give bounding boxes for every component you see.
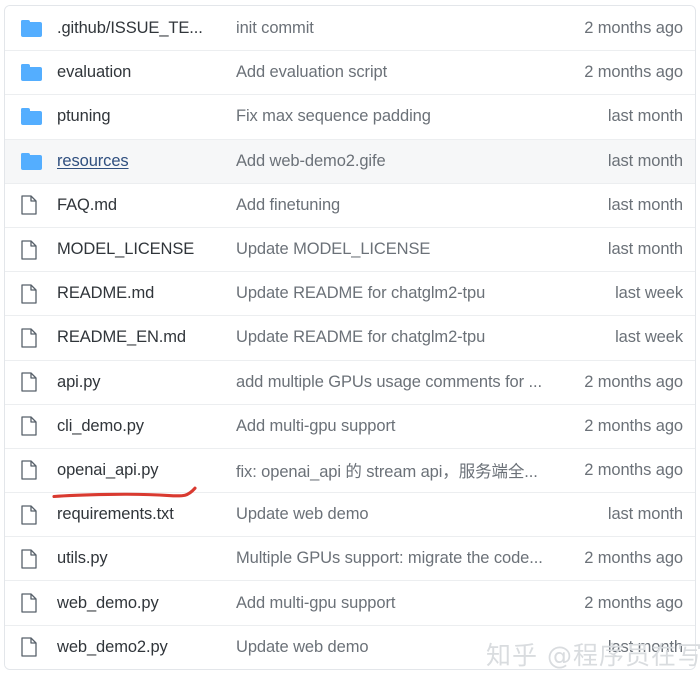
- file-icon-cell: [21, 460, 57, 481]
- commit-message[interactable]: Add multi-gpu support: [227, 417, 553, 436]
- commit-message[interactable]: Add finetuning: [227, 196, 553, 215]
- commit-time: 2 months ago: [584, 549, 683, 568]
- file-icon: [21, 637, 37, 657]
- commit-message[interactable]: fix: openai_api 的 stream api，服务端全...: [227, 458, 553, 482]
- file-icon-cell: [21, 239, 57, 260]
- file-name-link[interactable]: web_demo2.py: [57, 638, 227, 657]
- file-name-link[interactable]: requirements.txt: [57, 505, 227, 524]
- file-row[interactable]: ptuning Fix max sequence padding last mont…: [5, 94, 695, 139]
- file-icon-cell: [21, 328, 57, 348]
- file-icon-cell: [21, 505, 57, 525]
- file-name-link[interactable]: evaluation: [57, 63, 227, 82]
- file-name-link[interactable]: web_demo.py: [57, 594, 227, 613]
- commit-time: last month: [607, 151, 683, 170]
- file-name-link[interactable]: README_EN.md: [57, 328, 227, 347]
- file-icon-cell: [21, 195, 57, 215]
- folder-icon-cell: [21, 64, 57, 82]
- file-row[interactable]: .github/ISSUE_TE... init commit 2 months a…: [5, 6, 695, 51]
- commit-time: 2 months ago: [584, 416, 683, 435]
- file-row[interactable]: web_demo2.py Update web demo last month: [5, 624, 695, 669]
- file-row[interactable]: README.md Update README for chatglm2-tpu l…: [5, 271, 695, 316]
- commit-time: last month: [607, 505, 683, 524]
- commit-time: last week: [615, 284, 683, 303]
- file-name-link[interactable]: MODEL_LICENSE: [57, 240, 227, 259]
- file-name-link[interactable]: utils.py: [57, 549, 227, 568]
- commit-time: 2 months ago: [584, 18, 683, 37]
- file-icon: [21, 284, 37, 304]
- commit-message[interactable]: Update MODEL_LICENSE: [227, 240, 553, 259]
- folder-icon-cell: [21, 108, 57, 126]
- file-name-link[interactable]: openai_api.py: [57, 461, 227, 480]
- commit-message[interactable]: Add multi-gpu support: [227, 594, 553, 613]
- commit-time: 2 months ago: [584, 460, 683, 479]
- commit-message[interactable]: Multiple GPUs support: migrate the code.…: [227, 549, 553, 568]
- file-row[interactable]: web_demo.py Add multi-gpu support 2 months…: [5, 580, 695, 625]
- file-name-link[interactable]: cli_demo.py: [57, 417, 227, 436]
- commit-time: last week: [615, 328, 683, 347]
- file-name-link[interactable]: resources: [57, 152, 227, 171]
- commit-time: 2 months ago: [584, 593, 683, 612]
- file-icon: [21, 593, 37, 613]
- file-icon-cell: [21, 637, 57, 657]
- file-icon-cell: [21, 593, 57, 613]
- commit-message[interactable]: Update README for chatglm2-tpu: [227, 284, 553, 303]
- commit-message[interactable]: Add web-demo2.gife: [227, 152, 553, 171]
- folder-icon: [21, 108, 42, 126]
- commit-message[interactable]: add multiple GPUs usage comments for ...: [227, 373, 553, 392]
- commit-time: 2 months ago: [584, 63, 683, 82]
- commit-time: last month: [607, 107, 683, 126]
- file-icon: [21, 328, 37, 348]
- file-name-link[interactable]: FAQ.md: [57, 196, 227, 215]
- commit-time: last month: [607, 637, 683, 656]
- folder-icon-cell: [21, 19, 57, 37]
- commit-message[interactable]: Update web demo: [227, 638, 553, 657]
- commit-message[interactable]: Update README for chatglm2-tpu: [227, 328, 553, 347]
- file-name-link[interactable]: api.py: [57, 373, 227, 392]
- folder-icon: [21, 19, 42, 37]
- folder-icon: [21, 152, 42, 170]
- commit-time: 2 months ago: [584, 372, 683, 391]
- commit-message[interactable]: Fix max sequence padding: [227, 107, 553, 126]
- folder-icon: [21, 64, 42, 82]
- file-icon: [21, 460, 37, 481]
- file-name-link[interactable]: README.md: [57, 284, 227, 303]
- commit-time: last month: [607, 240, 683, 259]
- commit-message[interactable]: init commit: [227, 19, 553, 38]
- file-icon: [21, 372, 37, 392]
- file-icon-cell: [21, 284, 57, 304]
- file-icon: [21, 549, 37, 569]
- file-name-link[interactable]: ptuning: [57, 107, 227, 126]
- file-icon: [21, 505, 37, 525]
- file-icon-cell: [21, 549, 57, 569]
- file-icon-cell: [21, 372, 57, 392]
- file-row[interactable]: MODEL_LICENSE Update MODEL_LICENSE last mo…: [5, 226, 695, 272]
- file-row[interactable]: api.py add multiple GPUs usage comments f…: [5, 359, 695, 404]
- folder-icon-cell: [21, 152, 57, 170]
- file-icon-cell: [21, 416, 57, 436]
- file-row[interactable]: utils.py Multiple GPUs support: migrate t…: [5, 536, 695, 581]
- commit-message[interactable]: Update web demo: [227, 505, 553, 524]
- file-row[interactable]: cli_demo.py Add multi-gpu support 2 months…: [5, 403, 695, 448]
- file-icon: [21, 416, 37, 436]
- file-row[interactable]: openai_api.py fix: openai_api 的 stream ap…: [5, 447, 695, 493]
- file-row[interactable]: requirements.txt Update web demo last mont…: [5, 492, 695, 537]
- file-icon: [21, 195, 37, 215]
- commit-message[interactable]: Add evaluation script: [227, 63, 553, 82]
- file-browser-list: .github/ISSUE_TE... init commit 2 months a…: [4, 5, 696, 670]
- file-row[interactable]: README_EN.md Update README for chatglm2-t…: [5, 315, 695, 360]
- file-icon: [21, 239, 37, 260]
- commit-time: last month: [607, 195, 683, 214]
- file-row[interactable]: evaluation Add evaluation script 2 months …: [5, 50, 695, 95]
- file-row[interactable]: resources Add web-demo2.gife last month: [5, 138, 695, 183]
- file-name-link[interactable]: .github/ISSUE_TE...: [57, 19, 227, 38]
- file-row[interactable]: FAQ.md Add finetuning last month: [5, 182, 695, 227]
